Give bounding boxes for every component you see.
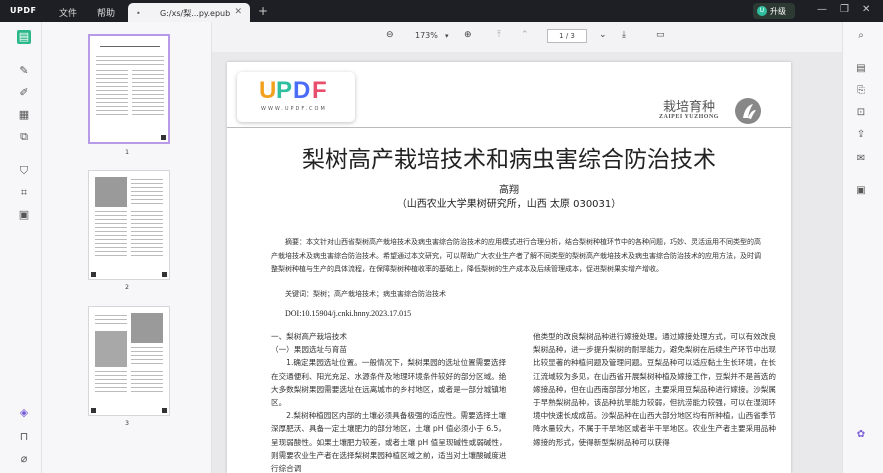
form-icon[interactable]: ▦ [17, 108, 31, 122]
document-affiliation: （山西农业大学果树研究所，山西 太原 030031） [396, 199, 622, 210]
prev-page-icon[interactable]: ⌃ [521, 30, 529, 40]
protect-icon[interactable]: ⛉ [17, 164, 31, 178]
organize-pages-icon[interactable]: ⧉ [17, 130, 31, 144]
total-pages: 3 [570, 32, 575, 40]
email-icon[interactable]: ✉ [854, 152, 868, 166]
reader-mode-icon[interactable]: ▤ [17, 30, 31, 44]
document-title: 梨树高产栽培技术和病虫害综合防治技术 [302, 147, 716, 173]
first-page-icon[interactable]: ⤒ [497, 30, 501, 40]
document-doi: DOI:10.15904/j.cnki.hnny.2023.17.015 [285, 309, 412, 318]
document-keywords: 关键词：梨树；高产栽培技术；病虫害综合防治技术 [285, 290, 446, 298]
attachment-icon[interactable]: ⌀ [17, 452, 31, 466]
minimize-icon[interactable]: — [817, 4, 827, 15]
body-column-left: 一、梨树高产栽培技术 （一）果园选址与育苗 1.确定果园选址位置。一般情况下，梨… [271, 330, 513, 473]
thumbnail-panel: 1 2 3 [42, 22, 212, 473]
zoom-in-icon[interactable]: ⊕ [464, 30, 472, 40]
ai-assistant-icon[interactable]: ✿ [854, 428, 868, 442]
close-window-icon[interactable]: ✕ [862, 4, 870, 15]
zoom-out-icon[interactable]: ⊖ [386, 30, 394, 40]
new-tab-button[interactable]: + [258, 4, 268, 18]
svg-text:P: P [276, 78, 293, 102]
updf-watermark-logo: U P D F [259, 77, 333, 108]
protect-password-icon[interactable]: ⊡ [854, 106, 868, 120]
svg-text:F: F [312, 78, 328, 102]
crop-icon[interactable]: ⌗ [17, 186, 31, 200]
edit-pdf-icon[interactable]: ✐ [17, 86, 31, 100]
document-canvas: U P D F WWW.UPDF.COM 栽培育种 ZAIPEI YUZHONG… [212, 52, 842, 473]
layers-icon[interactable]: ◈ [17, 406, 31, 420]
upgrade-badge-icon: U [757, 6, 767, 16]
upgrade-label: 升级 [770, 7, 786, 16]
thumbnail-label-3: 3 [125, 420, 129, 427]
tab-modified-dot-icon: • [136, 9, 141, 18]
menu-help[interactable]: 帮助 [97, 6, 115, 19]
body-column-right: 他类型的改良梨树品种进行嫁接处理。通过嫁接处理方式，可以有效改良梨树品种，进一步… [533, 330, 777, 449]
section-brand-cn: 栽培育种 [663, 99, 716, 114]
updf-watermark-url: WWW.UPDF.COM [261, 106, 327, 112]
thumbnail-page-3[interactable] [88, 306, 170, 416]
thumbnail-label-1: 1 [125, 149, 129, 156]
section-brand-en: ZAIPEI YUZHONG [659, 114, 719, 120]
zoom-level[interactable]: 173% [415, 31, 438, 40]
heading-1: 一、梨树高产栽培技术 [271, 332, 347, 341]
thumbnail-page-2[interactable] [88, 170, 170, 280]
app-logo: UPDF [10, 6, 37, 15]
svg-text:D: D [293, 78, 311, 102]
svg-text:U: U [259, 78, 277, 102]
last-page-icon[interactable]: ⤓ [622, 30, 626, 40]
thumbnail-page-1[interactable] [88, 34, 170, 144]
tab-close-icon[interactable]: ✕ [234, 7, 242, 17]
paragraph: 他类型的改良梨树品种进行嫁接处理。通过嫁接处理方式，可以有效改良梨树品种，进一步… [533, 332, 776, 447]
right-toolbar: ⌕ ▤ ⎘ ⊡ ⇪ ✉ ▣ ✿ [842, 22, 883, 473]
paragraph: 2.梨树种植园区内部的土壤必须具备极强的适应性。需要选择土壤深厚肥沃、具备一定土… [271, 411, 507, 473]
convert-icon[interactable]: ⎘ [854, 84, 868, 98]
menu-file[interactable]: 文件 [59, 6, 77, 19]
restore-icon[interactable]: ❐ [840, 4, 849, 15]
tab-title: G:/xs/梨...py.epub [160, 9, 231, 18]
stamp-icon[interactable]: ▣ [17, 208, 31, 222]
share-icon[interactable]: ⇪ [854, 128, 868, 142]
next-page-icon[interactable]: ⌄ [599, 30, 607, 40]
header-rule [227, 127, 791, 128]
bookmark-icon[interactable]: ⊓ [17, 430, 31, 444]
title-bar: UPDF 文件 帮助 • G:/xs/梨...py.epub ✕ + U 升级 … [0, 0, 883, 22]
zoom-dropdown-icon[interactable]: ▾ [445, 32, 449, 40]
document-abstract: 摘要：本文针对山西省梨树高产栽培技术及病虫害综合防治技术的应用模式进行合理分析，… [271, 238, 761, 273]
updf-watermark: U P D F WWW.UPDF.COM [237, 72, 355, 122]
current-page: 1 [559, 32, 564, 40]
page-number-input[interactable]: 1 / 3 [547, 29, 587, 43]
ocr-icon[interactable]: ▤ [854, 62, 868, 76]
comment-icon[interactable]: ✎ [17, 64, 31, 78]
left-toolbar: ▤ ✎ ✐ ▦ ⧉ ⛉ ⌗ ▣ ◈ ⊓ ⌀ [0, 22, 42, 473]
document-tab[interactable]: • G:/xs/梨...py.epub ✕ [128, 3, 250, 22]
leaf-logo-icon [735, 98, 761, 124]
presentation-icon[interactable]: ▭ [656, 30, 665, 40]
heading-1-1: （一）果园选址与育苗 [271, 345, 347, 355]
upgrade-button[interactable]: U 升级 [753, 3, 795, 19]
search-icon[interactable]: ⌕ [854, 29, 868, 43]
thumbnail-label-2: 2 [125, 284, 129, 291]
pdf-page-1: U P D F WWW.UPDF.COM 栽培育种 ZAIPEI YUZHONG… [227, 62, 791, 473]
paragraph: 1.确定果园选址位置。一般情况下，梨树果园的选址位置需要选择在交通便利、阳光充足… [271, 358, 507, 408]
save-icon[interactable]: ▣ [854, 184, 868, 198]
document-toolbar: ⊖ 173% ▾ ⊕ ⤒ ⌃ 1 / 3 ⌄ ⤓ ▭ [212, 22, 842, 52]
document-author: 高翔 [499, 185, 519, 196]
